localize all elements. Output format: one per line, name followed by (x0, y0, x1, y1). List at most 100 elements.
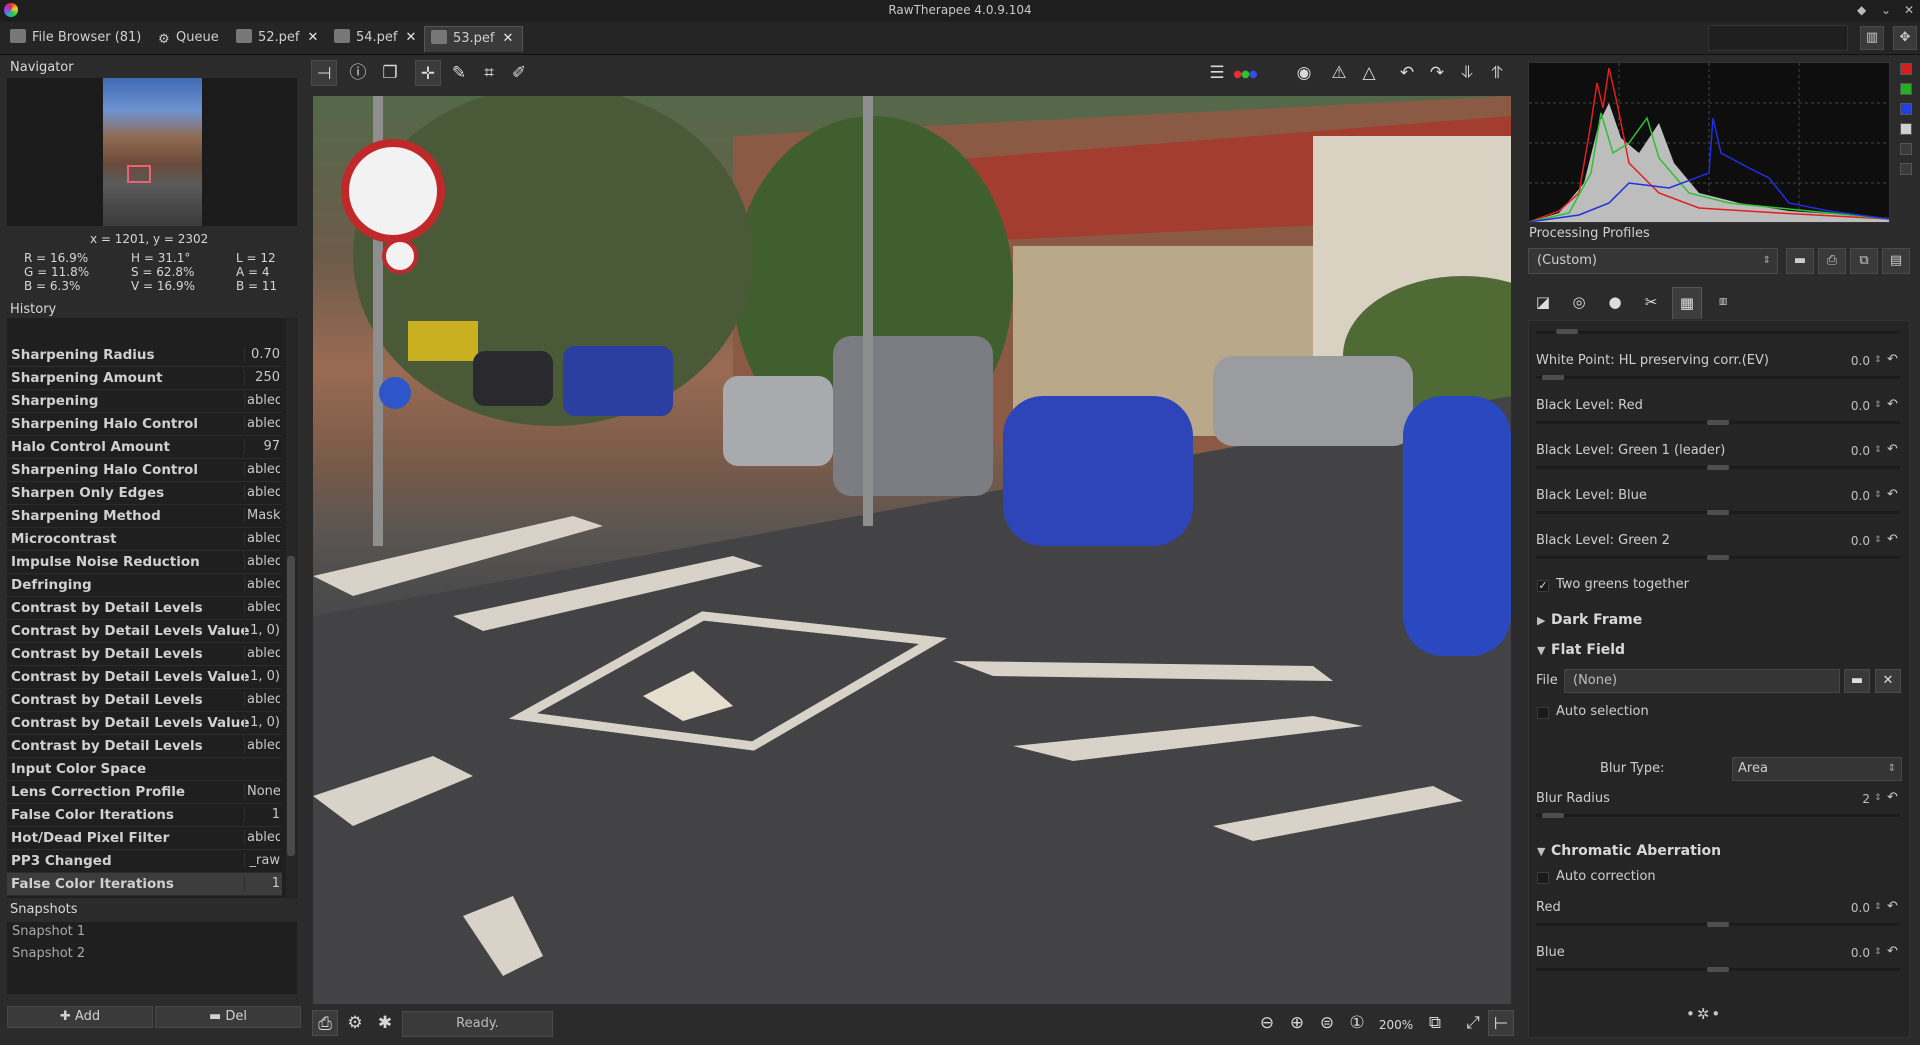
history-row[interactable]: Lens Correction Profile None (7, 781, 282, 804)
zoom-fit-icon[interactable]: ⊜ (1314, 1010, 1340, 1036)
raw-tab-icon[interactable]: ▦ (1672, 287, 1702, 319)
history-row[interactable]: Sharpening Radius 0.70 (7, 344, 282, 367)
copy-profile-icon[interactable]: ⧉ (1850, 248, 1878, 274)
save-profile-icon[interactable]: ⎙ (1818, 248, 1846, 274)
save-image-icon[interactable]: ⎙ (312, 1010, 338, 1036)
spin-icon[interactable]: ⇕ (1874, 400, 1882, 410)
spin-icon[interactable]: ⇕ (1874, 535, 1882, 545)
param-slider[interactable] (1536, 331, 1900, 334)
shadow-clip-warning-icon[interactable]: ⚠ (1326, 60, 1352, 86)
histogram-red-toggle[interactable] (1900, 63, 1912, 75)
histogram-green-toggle[interactable] (1900, 83, 1912, 95)
history-scrollbar-thumb[interactable] (287, 556, 295, 856)
window-close-icon[interactable]: ✕ (1904, 0, 1914, 20)
blur-radius-value[interactable]: 2 (1830, 792, 1870, 806)
history-row[interactable]: Contrast by Detail Levels abled (7, 689, 282, 712)
snapshot-item[interactable]: Snapshot 2 (12, 946, 85, 961)
spin-icon[interactable]: ⇕ (1874, 947, 1882, 957)
history-row[interactable]: PP3 Changed _raw (7, 850, 282, 873)
history-row[interactable]: Sharpening Halo Control abled (7, 413, 282, 436)
highlight-clip-warning-icon[interactable]: △ (1356, 60, 1382, 86)
history-row[interactable]: Microcontrast abled (7, 528, 282, 551)
fullscreen-icon[interactable]: ⤢ (1460, 1010, 1486, 1036)
param-slider[interactable] (1536, 376, 1900, 379)
panel-drag-grip-icon[interactable]: •✲• (1686, 1005, 1722, 1023)
flat-field-header[interactable]: ▼ Flat Field (1537, 642, 1625, 658)
param-value[interactable]: 0.0 (1830, 489, 1870, 503)
clear-file-icon[interactable]: ✕ (1875, 669, 1901, 693)
history-row[interactable]: Impulse Noise Reduction abled (7, 551, 282, 574)
reset-icon[interactable]: ↶ (1887, 944, 1898, 959)
reset-icon[interactable]: ↶ (1887, 790, 1898, 805)
flat-field-file-select[interactable]: (None) (1564, 669, 1840, 693)
histogram-blue-toggle[interactable] (1900, 103, 1912, 115)
queue-icon[interactable]: ⚙ (342, 1010, 368, 1036)
crop-icon[interactable]: ⌗ (476, 60, 502, 86)
auto-correction-checkbox[interactable] (1537, 872, 1549, 884)
param-value[interactable]: 0.0 (1830, 354, 1870, 368)
history-row[interactable]: Sharpening Amount 250 (7, 367, 282, 390)
history-row[interactable]: Halo Control Amount 97 (7, 436, 282, 459)
slider-knob[interactable] (1707, 465, 1729, 470)
snapshot-item[interactable]: Snapshot 1 (12, 924, 85, 939)
close-icon[interactable]: ✕ (503, 31, 514, 46)
close-icon[interactable]: ✕ (308, 30, 319, 45)
hand-tool-icon[interactable]: ✛ (415, 60, 441, 86)
straighten-icon[interactable]: ✐ (506, 60, 532, 86)
close-icon[interactable]: ✕ (406, 30, 417, 45)
slider-knob[interactable] (1556, 329, 1578, 334)
new-detail-window-icon[interactable]: ⧉ (1422, 1010, 1448, 1036)
open-folder-icon[interactable]: ▬ (1844, 669, 1870, 693)
history-row[interactable]: Hot/Dead Pixel Filter abled (7, 827, 282, 850)
histogram-bar-toggle[interactable] (1900, 163, 1912, 175)
rgb-channel-dots-icon[interactable]: ●●● (1232, 62, 1258, 88)
external-editor-icon[interactable]: ✱ (372, 1010, 398, 1036)
flip-vertical-icon[interactable]: ⥥ (1454, 60, 1480, 86)
blur-type-select[interactable]: Area ⇕ (1732, 757, 1902, 781)
hide-right-panel-icon[interactable]: ⊢ (1488, 1010, 1514, 1036)
param-value[interactable]: 0.0 (1830, 399, 1870, 413)
add-snapshot-button[interactable]: ✚ Add (7, 1006, 153, 1028)
zoom-out-icon[interactable]: ⊖ (1254, 1010, 1280, 1036)
image-preview[interactable] (313, 96, 1511, 1004)
zoom-100-icon[interactable]: ① (1344, 1010, 1370, 1036)
history-row[interactable]: Defringing abled (7, 574, 282, 597)
focus-mask-icon[interactable]: ◉ (1291, 60, 1317, 86)
reset-icon[interactable]: ↶ (1887, 899, 1898, 914)
reset-icon[interactable]: ↶ (1887, 442, 1898, 457)
spin-icon[interactable]: ⇕ (1874, 902, 1882, 912)
rotate-right-icon[interactable]: ↷ (1424, 60, 1450, 86)
history-row[interactable]: Contrast by Detail Levels abled (7, 597, 282, 620)
zoom-in-icon[interactable]: ⊕ (1284, 1010, 1310, 1036)
histogram-raw-toggle[interactable] (1900, 143, 1912, 155)
slider-knob[interactable] (1707, 510, 1729, 515)
paste-profile-icon[interactable]: ▤ (1882, 248, 1910, 274)
ca-blue-value[interactable]: 0.0 (1830, 946, 1870, 960)
transform-tab-icon[interactable]: ✂ (1636, 287, 1666, 319)
slider-knob[interactable] (1707, 922, 1729, 927)
histogram-luminance-toggle[interactable] (1900, 123, 1912, 135)
history-row[interactable]: Sharpening Method Mask (7, 505, 282, 528)
blur-radius-slider[interactable] (1536, 814, 1900, 817)
color-tab-icon[interactable]: ● (1600, 287, 1630, 319)
history-row[interactable]: Sharpening abled (7, 390, 282, 413)
history-row[interactable]: Sharpening Halo Control abled (7, 459, 282, 482)
param-value[interactable]: 0.0 (1830, 534, 1870, 548)
navigator-viewport-rect[interactable] (127, 165, 151, 183)
chromatic-aberration-header[interactable]: ▼ Chromatic Aberration (1537, 843, 1721, 859)
tabbar-search-box[interactable] (1708, 25, 1848, 51)
window-pin-icon[interactable]: ◆ (1857, 0, 1866, 20)
reset-icon[interactable]: ↶ (1887, 352, 1898, 367)
history-row[interactable]: Contrast by Detail Levels abled (7, 643, 282, 666)
navigator-thumbnail[interactable] (103, 78, 202, 226)
preferences-icon[interactable]: ✥ (1893, 26, 1917, 50)
flip-horizontal-icon[interactable]: ⥣ (1484, 60, 1510, 86)
reset-icon[interactable]: ↶ (1887, 532, 1898, 547)
processing-profile-select[interactable]: (Custom) ⇕ (1528, 248, 1778, 274)
slider-knob[interactable] (1707, 420, 1729, 425)
slider-knob[interactable] (1542, 813, 1564, 818)
spin-icon[interactable]: ⇕ (1874, 490, 1882, 500)
tab-52-pef[interactable]: 52.pef ✕ (230, 26, 320, 52)
info-icon[interactable]: ⓘ (345, 60, 371, 86)
param-value[interactable]: 0.0 (1830, 444, 1870, 458)
